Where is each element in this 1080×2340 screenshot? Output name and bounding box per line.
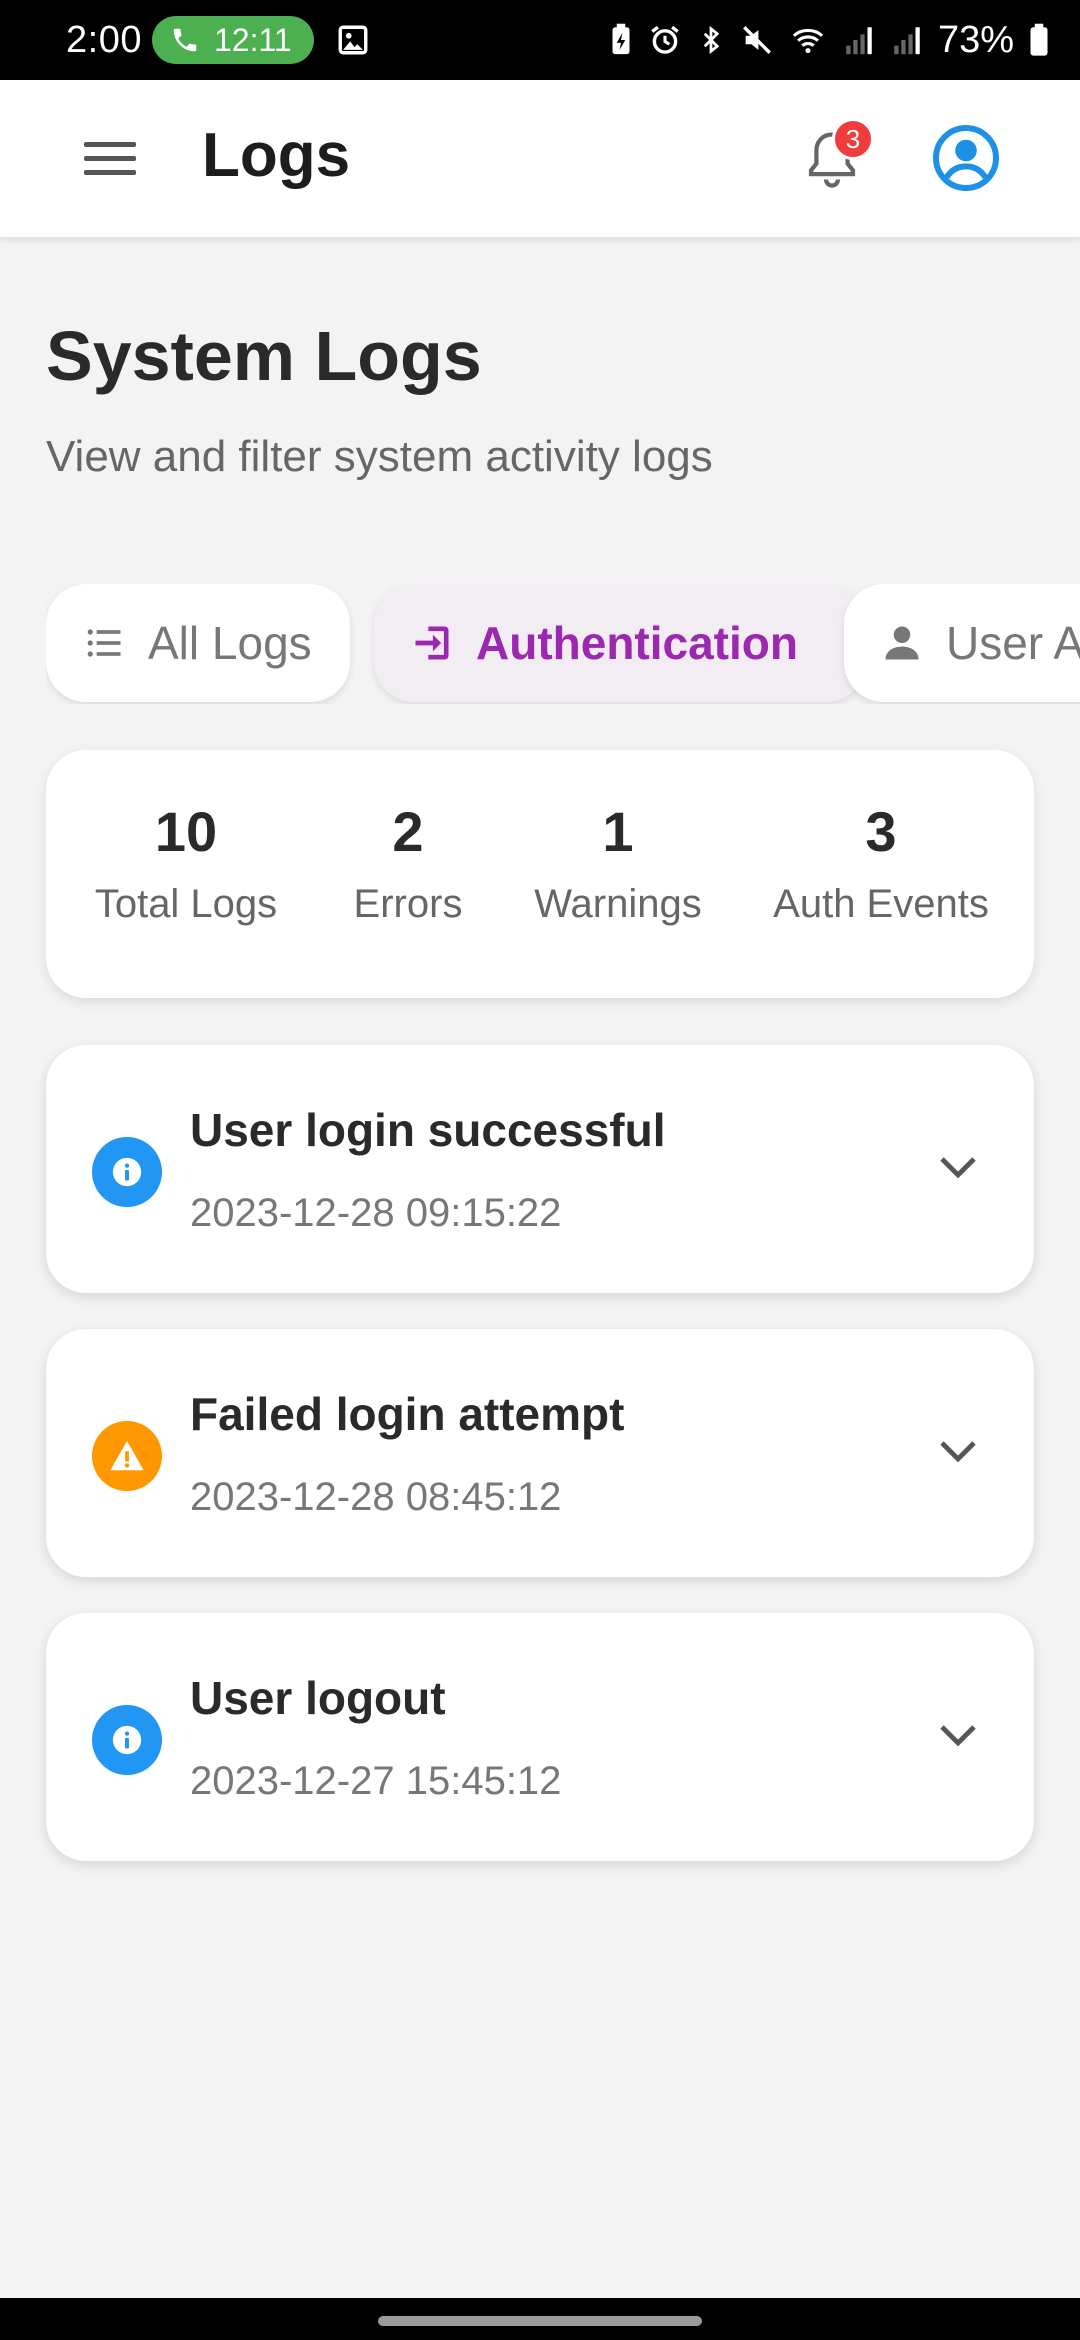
log-item[interactable]: User login successful 2023-12-28 09:15:2… (46, 1045, 1034, 1293)
stat-warnings: 1 Warnings (534, 800, 701, 927)
stat-label: Total Logs (94, 882, 278, 926)
page-title: System Logs (46, 317, 482, 395)
log-item[interactable]: Failed login attempt 2023-12-28 08:45:12 (46, 1329, 1034, 1577)
stat-value: 10 (154, 800, 218, 863)
stat-value: 1 (602, 800, 634, 863)
log-title: User login successful (190, 1104, 666, 1156)
signal-icon (894, 27, 920, 55)
log-timestamp: 2023-12-28 08:45:12 (190, 1475, 562, 1519)
app-bar-title: Logs (202, 121, 351, 190)
info-icon (92, 1137, 162, 1207)
filter-chip-authentication[interactable]: Authentication (374, 584, 866, 702)
wifi-icon (792, 28, 824, 54)
stats-card: 10 Total Logs 2 Errors 1 Warnings 3 Auth… (46, 750, 1034, 998)
signal-icon (846, 27, 872, 55)
stat-label: Auth Events (773, 882, 989, 926)
stat-label: Errors (353, 882, 463, 926)
chevron-down-icon[interactable] (934, 1427, 982, 1475)
log-timestamp: 2023-12-27 15:45:12 (190, 1759, 562, 1803)
gesture-handle[interactable] (378, 2316, 702, 2326)
navigation-bar (0, 2298, 1080, 2340)
filter-chip-user[interactable]: User A (844, 584, 1080, 702)
info-icon (92, 1705, 162, 1775)
mute-icon (742, 26, 771, 54)
status-time: 2:00 (66, 18, 142, 61)
battery-saver-icon (612, 23, 630, 55)
notification-badge: 3 (832, 118, 874, 160)
login-icon (410, 621, 454, 665)
log-title: Failed login attempt (190, 1388, 625, 1440)
stat-value: 3 (865, 800, 897, 863)
battery-icon (1030, 23, 1048, 56)
log-title: User logout (190, 1672, 446, 1724)
filter-chip-label: User A (946, 617, 1080, 669)
chevron-down-icon[interactable] (934, 1711, 982, 1759)
log-item[interactable]: User logout 2023-12-27 15:45:12 (46, 1613, 1034, 1861)
account-circle-icon (933, 125, 999, 191)
alarm-icon (651, 25, 679, 54)
filter-chip-label: Authentication (476, 617, 798, 669)
page-subtitle: View and filter system activity logs (46, 432, 713, 481)
gallery-icon (336, 23, 370, 57)
app-bar: Logs 3 (0, 80, 1080, 238)
list-icon (82, 621, 126, 665)
account-button[interactable] (930, 122, 1002, 194)
call-timer: 12:11 (213, 21, 292, 58)
stat-label: Warnings (534, 882, 702, 926)
stat-total-logs: 10 Total Logs (95, 800, 277, 927)
log-timestamp: 2023-12-28 09:15:22 (190, 1191, 562, 1235)
phone-icon (173, 28, 197, 52)
battery-percent: 73% (937, 18, 1014, 61)
stat-errors: 2 Errors (354, 800, 463, 927)
warning-icon (92, 1421, 162, 1491)
menu-icon (84, 142, 136, 175)
stat-value: 2 (392, 800, 424, 863)
chevron-down-icon[interactable] (934, 1143, 982, 1191)
call-chip[interactable]: 12:11 (151, 16, 314, 64)
filter-chip-label: All Logs (148, 617, 312, 669)
filter-chip-all-logs[interactable]: All Logs (46, 584, 350, 702)
menu-button[interactable] (82, 136, 138, 182)
bluetooth-icon (703, 25, 720, 55)
stat-auth-events: 3 Auth Events (773, 800, 989, 927)
status-bar: 2:00 12:11 73% (0, 0, 1080, 80)
filter-chips: All Logs Authentication User A (46, 584, 1080, 704)
person-icon (880, 621, 924, 665)
